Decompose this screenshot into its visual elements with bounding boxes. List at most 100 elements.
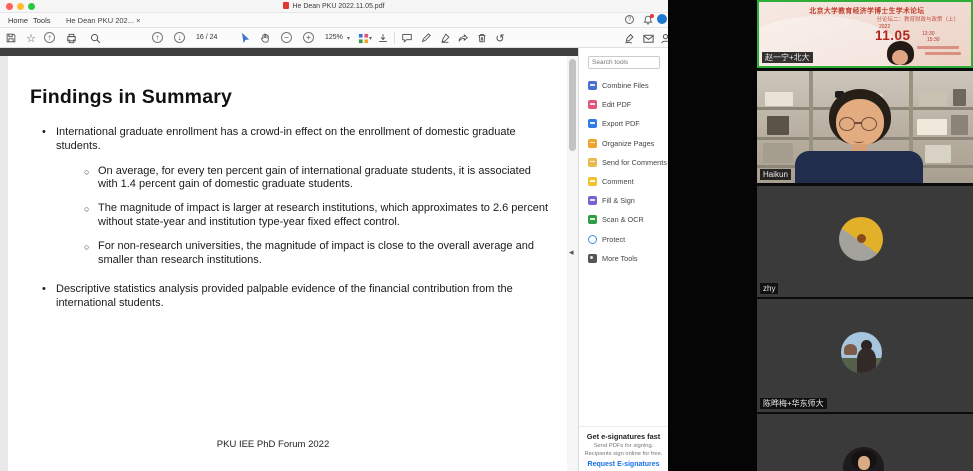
esign-pen-icon[interactable] (622, 31, 636, 45)
notification-dot (650, 14, 654, 18)
select-cursor-icon[interactable] (238, 31, 252, 45)
comment-bubble-icon[interactable] (400, 31, 414, 45)
tools-chevron-down-icon[interactable]: ▾ (369, 35, 372, 42)
help-icon[interactable]: ? (625, 15, 634, 24)
send-for-comments-icon (588, 158, 597, 167)
zoom-chevron-down-icon[interactable]: ▾ (347, 35, 350, 42)
avatar (843, 447, 884, 471)
share-arrow-icon[interactable] (456, 31, 470, 45)
tool-protect[interactable]: Protect (579, 230, 668, 249)
video-tile[interactable]: zhy (757, 186, 973, 297)
speaker-face (892, 50, 908, 65)
slide-title: Findings in Summary (30, 86, 567, 109)
fit-width-icon[interactable] (376, 31, 390, 45)
toolbar-divider (394, 32, 395, 44)
bullet-marker: • (42, 283, 56, 311)
hand-pan-icon[interactable] (258, 31, 272, 45)
tab-home[interactable]: Home (8, 16, 28, 25)
sub-bullet-marker: ○ (84, 240, 98, 268)
scrollbar-thumb[interactable] (569, 59, 576, 151)
participant-name-label: 赵一宁+北大 (762, 52, 813, 63)
trash-icon[interactable] (475, 31, 489, 45)
glasses (839, 117, 855, 131)
tool-fill-sign[interactable]: Fill & Sign (579, 191, 668, 210)
save-icon[interactable] (4, 31, 18, 45)
tool-comment[interactable]: Comment (579, 172, 668, 191)
tool-organize-pages[interactable]: Organize Pages (579, 134, 668, 153)
participant-name-label: zhy (760, 283, 778, 294)
share-upload-icon[interactable]: ↑ (44, 32, 55, 43)
poster-date: 11.05 (875, 28, 911, 43)
next-page-icon[interactable]: ↓ (174, 32, 185, 43)
search-magnifier-icon[interactable] (88, 31, 102, 45)
avatar-detail (844, 344, 857, 355)
esign-description: Send PDFs for signing.Recipients sign on… (579, 443, 668, 458)
zoom-level-display[interactable]: 125% (325, 34, 343, 41)
account-avatar[interactable] (657, 14, 667, 24)
books (925, 145, 951, 163)
poster-subtitle: 分论坛二：教育财政与政策（上） (876, 15, 959, 23)
tab-tools[interactable]: Tools (33, 16, 51, 25)
sub-bullet-marker: ○ (84, 202, 98, 230)
tab-close-icon[interactable]: × (136, 16, 140, 25)
slide-footer: PKU IEE PhD Forum 2022 (8, 439, 538, 450)
tool-edit-pdf[interactable]: Edit PDF (579, 95, 668, 114)
notifications-bell-icon[interactable] (642, 14, 654, 26)
tool-combine-files[interactable]: Combine Files (579, 76, 668, 95)
zoom-out-icon[interactable]: − (281, 32, 292, 43)
more-tools-icon (588, 254, 597, 263)
organize-pages-icon (588, 139, 597, 148)
undo-icon[interactable]: ↺ (493, 31, 507, 45)
participant-name-label: Haikun (760, 169, 791, 180)
video-tile-active-speaker[interactable]: 北京大学教育经济学博士生学术论坛 分论坛二：教育财政与政策（上） 2022 11… (757, 0, 973, 68)
avatar (841, 332, 882, 373)
previous-page-icon[interactable]: ↑ (152, 32, 163, 43)
bullet-item: • Descriptive statistics analysis provid… (42, 283, 567, 311)
tool-send-for-comments[interactable]: Send for Comments (579, 153, 668, 172)
poster-time-end: 15:30 (927, 37, 940, 43)
screen-share-letterbox (668, 0, 757, 471)
fill-sign-pen-icon[interactable] (438, 31, 452, 45)
tool-more-tools[interactable]: More Tools (579, 249, 668, 268)
participant-video-strip: 北京大学教育经济学博士生学术论坛 分论坛二：教育财政与政策（上） 2022 11… (757, 0, 973, 471)
participant-shirt (795, 151, 923, 183)
edit-pdf-icon (588, 100, 597, 109)
acrobat-tab-bar: Home Tools He Dean PKU 202... × ? (0, 13, 668, 28)
pdf-file-icon (283, 2, 289, 9)
books (917, 119, 947, 135)
tool-export-pdf[interactable]: Export PDF (579, 114, 668, 133)
books (765, 92, 793, 106)
fill-sign-icon (588, 196, 597, 205)
glasses (861, 117, 877, 131)
poster-fine-print (925, 52, 961, 55)
glasses-bridge (854, 122, 862, 124)
window-titlebar: He Dean PKU 2022.11.05.pdf (0, 0, 668, 13)
request-esignatures-link[interactable]: Request E-signatures (579, 461, 668, 468)
tab-document[interactable]: He Dean PKU 202... × (66, 16, 140, 25)
document-scrollbar[interactable] (567, 56, 578, 471)
print-icon[interactable] (64, 31, 78, 45)
protect-icon (588, 235, 597, 244)
tools-panel: Combine Files Edit PDF Export PDF Organi… (578, 48, 668, 471)
pencil-edit-icon[interactable] (419, 31, 433, 45)
sub-bullet-item: ○ The magnitude of impact is larger at r… (84, 202, 567, 230)
page-number-display[interactable]: 16 / 24 (196, 34, 217, 41)
panel-collapse-icon[interactable]: ◂ (569, 247, 574, 258)
mail-icon[interactable] (641, 31, 655, 45)
video-tile[interactable]: Haikun (757, 71, 973, 183)
video-tile[interactable] (757, 414, 973, 471)
acrobat-toolbar: ☆ ↑ ↑ ↓ 16 / 24 − + 125% ▾ ▾ (0, 28, 668, 48)
slide-content: Findings in Summary • International grad… (8, 56, 567, 471)
books (953, 89, 966, 106)
tools-list: Combine Files Edit PDF Export PDF Organi… (579, 76, 668, 268)
search-tools-input[interactable] (588, 56, 660, 69)
tool-scan-ocr[interactable]: Scan & OCR (579, 210, 668, 229)
star-favorites-icon[interactable]: ☆ (24, 31, 38, 45)
books (763, 143, 793, 163)
zoom-in-icon[interactable]: + (303, 32, 314, 43)
avatar-detail (857, 234, 866, 243)
poster-fine-print (917, 46, 959, 49)
poster-title: 北京大学教育经济学博士生学术论坛 (767, 5, 967, 15)
tools-grid-icon[interactable] (356, 31, 370, 45)
video-tile[interactable]: 陈晔梅+华东师大 (757, 299, 973, 412)
